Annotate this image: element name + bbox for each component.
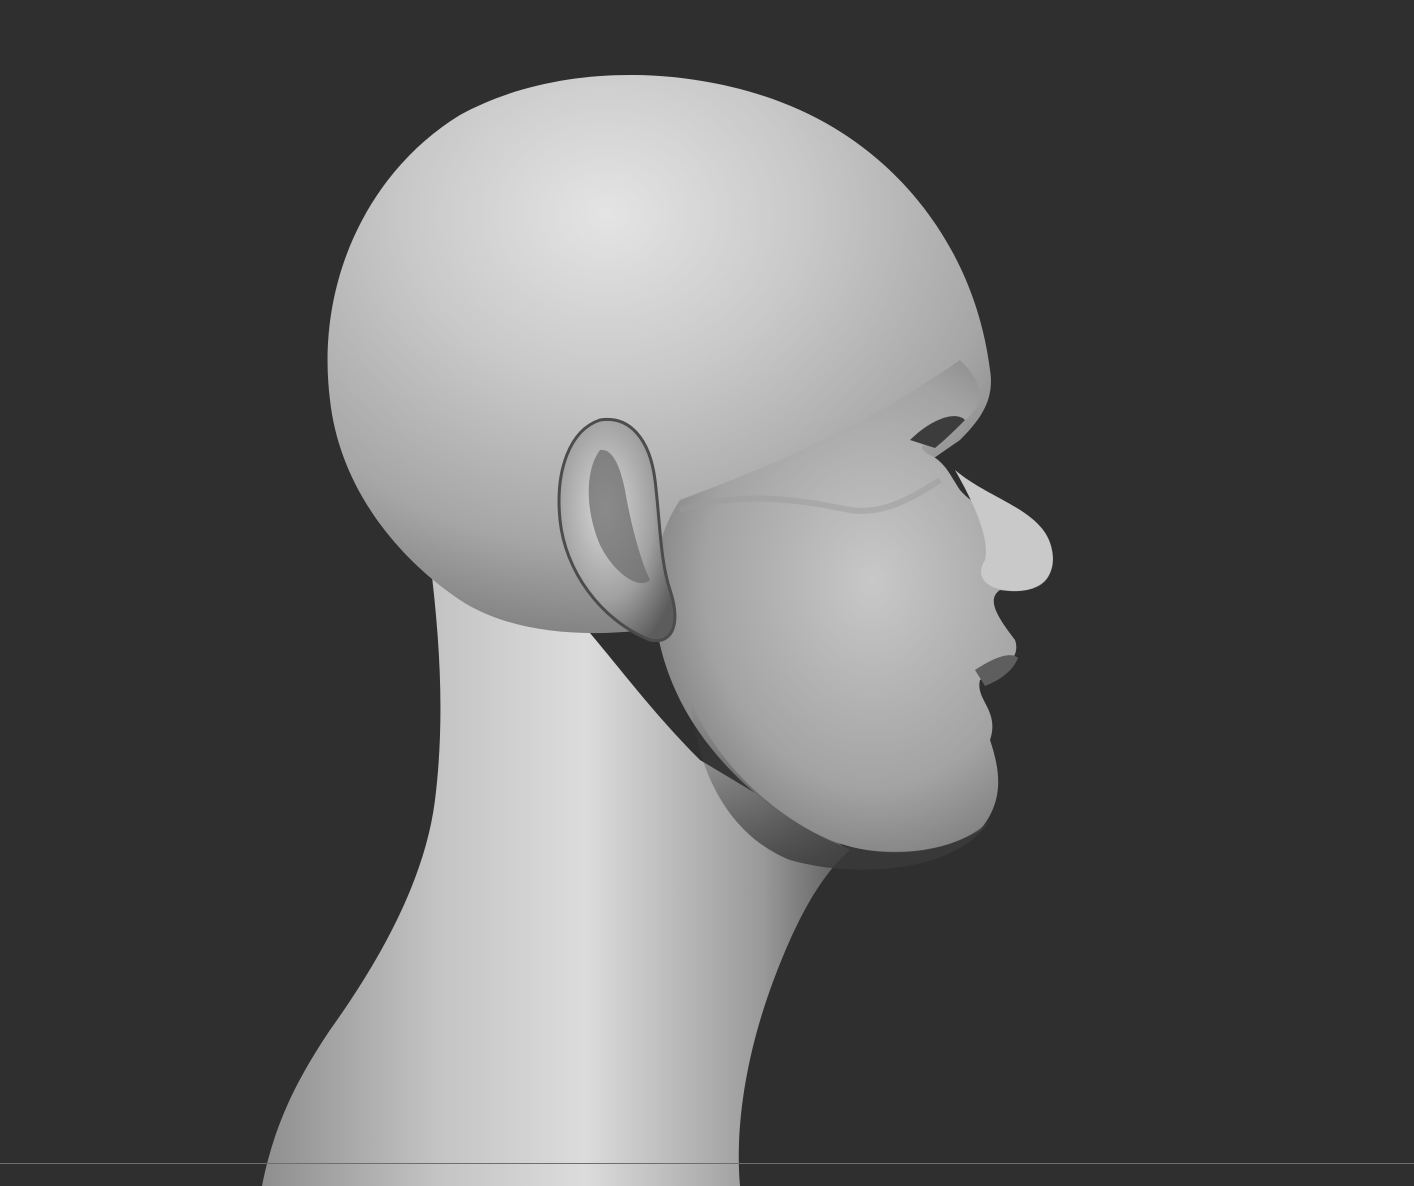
ground-line (0, 1163, 1414, 1164)
sculpt-model[interactable] (0, 0, 1414, 1186)
sculpt-viewport[interactable] (0, 0, 1414, 1186)
